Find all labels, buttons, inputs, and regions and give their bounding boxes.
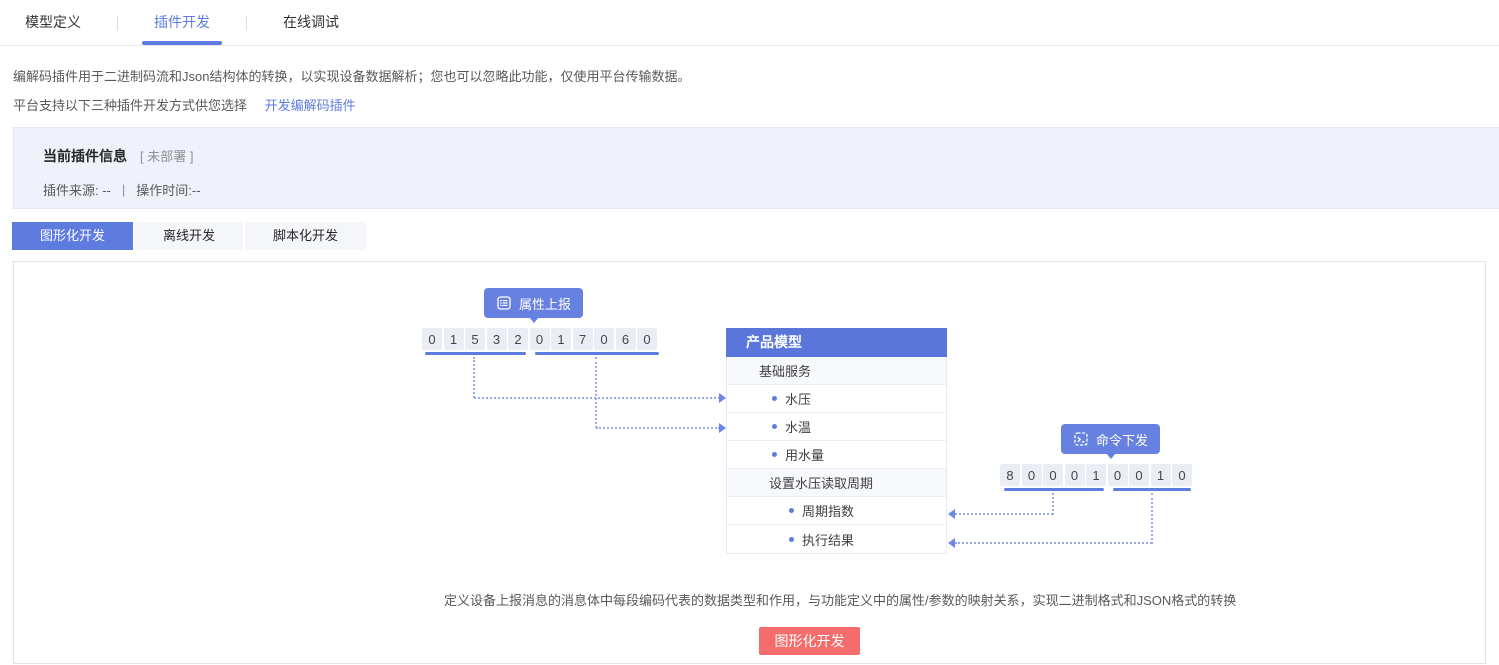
mapping-connector: [955, 542, 1152, 544]
product-model-row: 水温: [727, 413, 946, 441]
command-terminal-icon: [1073, 431, 1089, 447]
graphical-development-button[interactable]: 图形化开发: [759, 627, 860, 655]
mapping-connector: [955, 513, 1053, 515]
hex-digit-cell: 0: [594, 328, 614, 350]
hex-digit-cell: 0: [1172, 464, 1192, 486]
hex-digit-cell: 0: [637, 328, 657, 350]
product-model-row-label: 执行结果: [802, 530, 854, 549]
product-model-row: 设置水压读取周期: [727, 469, 946, 497]
hex-digit-cell: 8: [1000, 464, 1020, 486]
hex-digit-cell: 7: [573, 328, 593, 350]
dev-methods-text: 平台支持以下三种插件开发方式供您选择: [13, 98, 247, 113]
plugin-info-title: 当前插件信息: [43, 146, 127, 166]
mapping-connector: [1052, 493, 1054, 515]
plugin-info-box: 当前插件信息 [ 未部署 ] 插件来源: -- | 操作时间:--: [13, 127, 1499, 209]
arrow-left-icon: [948, 538, 955, 548]
hex-digit-cell: 2: [508, 328, 528, 350]
hex-digit-cell: 0: [1129, 464, 1149, 486]
product-model-row-label: 用水量: [785, 445, 824, 464]
plugin-status-badge: [ 未部署 ]: [140, 146, 193, 165]
tab-separator: [246, 16, 247, 30]
bullet-icon: [789, 508, 794, 513]
byte-segment-underline: [1004, 488, 1104, 491]
bullet-icon: [772, 424, 777, 429]
tab-online-debug[interactable]: 在线调试: [271, 0, 351, 46]
product-model-row: 执行结果: [727, 525, 946, 553]
product-model-row-label: 水压: [785, 389, 811, 408]
list-icon: [496, 295, 512, 311]
hex-digit-cell: 0: [1108, 464, 1128, 486]
tab-model-definition[interactable]: 模型定义: [13, 0, 93, 46]
product-model-header: 产品模型: [726, 328, 947, 357]
byte-segment-underline: [535, 352, 659, 355]
bullet-icon: [789, 537, 794, 542]
hex-digit-cell: 1: [444, 328, 464, 350]
product-model-row-label: 水温: [785, 417, 811, 436]
tab-offline-development[interactable]: 离线开发: [135, 222, 243, 250]
mapping-connector: [595, 357, 597, 428]
command-hex-row: 800010010: [1000, 464, 1192, 486]
mapping-connector: [1151, 493, 1153, 544]
arrow-right-icon: [719, 393, 726, 403]
command-delivery-badge: 命令下发: [1061, 424, 1160, 454]
product-model-row-label: 周期指数: [802, 501, 854, 520]
product-model-row-label: 设置水压读取周期: [769, 473, 873, 492]
product-model-row: 用水量: [727, 441, 946, 469]
command-delivery-label: 命令下发: [1096, 430, 1148, 449]
dev-mode-tabs: 图形化开发离线开发脚本化开发: [12, 222, 1499, 250]
mapping-connector: [473, 357, 475, 398]
product-model-row: 周期指数: [727, 497, 946, 525]
hex-digit-cell: 1: [551, 328, 571, 350]
hex-digit-cell: 0: [1065, 464, 1085, 486]
tab-plugin-development[interactable]: 插件开发: [142, 0, 222, 46]
plugin-operation-time: 操作时间:--: [136, 180, 200, 199]
property-report-label: 属性上报: [519, 294, 571, 313]
tab-separator: [117, 16, 118, 30]
page-description-1: 编解码插件用于二进制码流和Json结构体的转换，以实现设备数据解析；您也可以忽略…: [13, 70, 1499, 84]
report-hex-row: 01532017060: [422, 328, 657, 350]
meta-divider: |: [122, 182, 125, 197]
hex-digit-cell: 3: [487, 328, 507, 350]
byte-segment-underline: [1113, 488, 1191, 491]
plugin-source: 插件来源: --: [43, 180, 111, 199]
mapping-connector: [474, 397, 720, 399]
hex-digit-cell: 0: [1043, 464, 1063, 486]
arrow-left-icon: [948, 509, 955, 519]
diagram-caption: 定义设备上报消息的消息体中每段编码代表的数据类型和作用，与功能定义中的属性/参数…: [444, 590, 1184, 609]
hex-digit-cell: 0: [422, 328, 442, 350]
develop-codec-plugin-link[interactable]: 开发编解码插件: [265, 98, 356, 113]
product-model-table: 产品模型 基础服务水压水温用水量设置水压读取周期周期指数执行结果: [726, 328, 947, 554]
product-model-rows: 基础服务水压水温用水量设置水压读取周期周期指数执行结果: [727, 357, 946, 553]
tab-graphical-development[interactable]: 图形化开发: [12, 222, 133, 250]
product-model-row: 水压: [727, 385, 946, 413]
diagram-panel: 属性上报 01532017060 产品模型 基础服务水压水温用水量设置水压读取周…: [13, 261, 1486, 664]
hex-digit-cell: 6: [616, 328, 636, 350]
plugin-info-title-row: 当前插件信息 [ 未部署 ]: [43, 146, 1499, 166]
byte-segment-underline: [425, 352, 526, 355]
page-description-2: 平台支持以下三种插件开发方式供您选择 开发编解码插件: [13, 99, 1499, 113]
page-tabs: 模型定义 插件开发 在线调试: [0, 0, 1499, 46]
hex-digit-cell: 1: [1151, 464, 1171, 486]
plugin-info-meta: 插件来源: -- | 操作时间:--: [43, 180, 1499, 199]
property-report-badge: 属性上报: [484, 288, 583, 318]
product-model-row-label: 基础服务: [759, 361, 811, 380]
tab-script-development[interactable]: 脚本化开发: [245, 222, 366, 250]
bullet-icon: [772, 396, 777, 401]
hex-digit-cell: 0: [1022, 464, 1042, 486]
hex-digit-cell: 0: [530, 328, 550, 350]
hex-digit-cell: 1: [1086, 464, 1106, 486]
mapping-connector: [596, 427, 720, 429]
hex-digit-cell: 5: [465, 328, 485, 350]
bullet-icon: [772, 452, 777, 457]
arrow-right-icon: [719, 423, 726, 433]
product-model-row: 基础服务: [727, 357, 946, 385]
